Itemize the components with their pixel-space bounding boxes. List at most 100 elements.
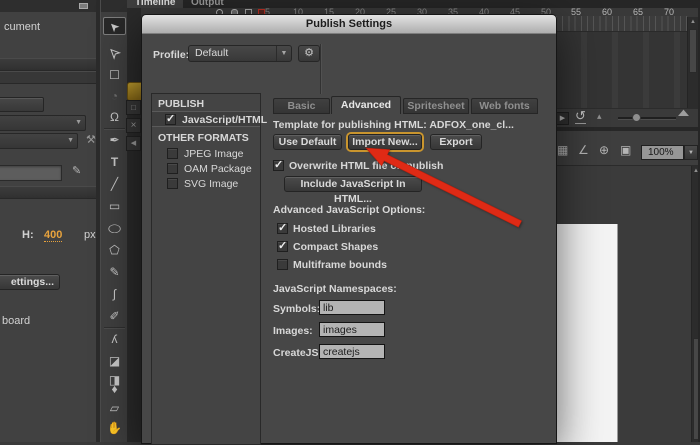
eyedropper-tool[interactable]: ♦ <box>103 380 126 398</box>
loop-playback-icon[interactable]: ↺ <box>575 109 586 124</box>
use-default-button[interactable]: Use Default <box>273 134 342 150</box>
edit-scene-icon[interactable]: ▦ <box>557 143 568 157</box>
document-profile-button[interactable] <box>0 97 44 112</box>
publish-section-header: PUBLISH <box>158 98 204 110</box>
brush-icon: ∫ <box>113 287 116 301</box>
board-label: board <box>2 315 30 327</box>
panel-menu-icon[interactable] <box>79 3 88 9</box>
tab-web-fonts[interactable]: Web fonts <box>471 98 538 114</box>
scroll-up-icon[interactable]: ▲ <box>688 19 698 25</box>
multiframe-bounds-checkbox[interactable] <box>277 259 288 270</box>
format-label: OAM Package <box>184 163 252 175</box>
rectangle-tool[interactable]: ▭ <box>103 197 126 215</box>
tab-spritesheet[interactable]: Spritesheet <box>403 98 469 114</box>
profile-options-button[interactable]: ⚙ <box>298 45 320 62</box>
overwrite-label: Overwrite HTML file on publish <box>289 160 443 172</box>
center-stage-icon[interactable]: ⊕ <box>599 143 609 157</box>
edit-pencil-icon[interactable]: ✎ <box>72 164 81 177</box>
text-tool[interactable]: T <box>103 153 126 171</box>
section-header-bar[interactable] <box>0 186 96 199</box>
lasso-tool[interactable]: Ω <box>103 108 126 126</box>
namespaces-header: JavaScript Namespaces: <box>273 283 397 295</box>
timeline-scrollbar[interactable]: ▲ <box>687 17 698 108</box>
format-label: JavaScript/HTML <box>182 114 267 126</box>
section-header-bar[interactable] <box>0 58 96 71</box>
close-button[interactable]: × <box>126 118 141 133</box>
compact-shapes-checkbox[interactable] <box>277 241 288 252</box>
tab-output[interactable]: Output <box>183 0 232 8</box>
tools-toolbar: ➤ ➤ ☐ ◔ Ω ✒ T ╱ ▭ ◯ ⬠ ✎ ∫ ✐ ʎ ◪ ◨ ♦ ▱ ✋ <box>100 0 127 442</box>
selection-cursor-icon: ➤ <box>105 17 125 37</box>
bone-tool[interactable]: ʎ <box>103 330 126 348</box>
frame-size-slider-track[interactable] <box>618 117 676 120</box>
height-value[interactable]: 400 <box>44 229 62 242</box>
createjs-input[interactable] <box>319 344 385 359</box>
overwrite-checkbox[interactable] <box>273 160 284 171</box>
format-checkbox[interactable] <box>167 148 178 159</box>
bone-icon: ʎ <box>112 332 118 346</box>
import-new-button[interactable]: Import New... <box>348 134 422 150</box>
format-checkbox[interactable] <box>167 163 178 174</box>
dialog-title-bar[interactable]: Publish Settings <box>142 15 556 34</box>
symbols-label: Symbols: <box>273 303 320 315</box>
advanced-settings-button[interactable]: ettings... <box>0 274 60 290</box>
paint-brush-icon: ✐ <box>109 309 119 323</box>
frame-size-slider-thumb[interactable] <box>632 113 641 122</box>
format-row-javascript-html[interactable]: JavaScript/HTML <box>152 111 260 127</box>
new-item-button[interactable]: □ <box>126 100 141 115</box>
tab-timeline[interactable]: Timeline <box>127 0 183 8</box>
hosted-libraries-checkbox[interactable] <box>277 223 288 234</box>
oval-tool[interactable]: ◯ <box>103 219 126 237</box>
export-button[interactable]: Export <box>430 134 482 150</box>
zoom-dropdown-button[interactable]: ▼ <box>684 145 698 160</box>
compact-shapes-label: Compact Shapes <box>293 241 378 253</box>
rotation-tool-icon[interactable]: ∠ <box>578 143 589 157</box>
format-row-svg[interactable]: SVG Image <box>152 177 260 192</box>
wrench-icon[interactable]: ⚒ <box>86 133 96 146</box>
target-dropdown[interactable] <box>0 115 86 131</box>
polystar-tool[interactable]: ⬠ <box>103 241 126 259</box>
selection-tool[interactable]: ➤ <box>103 17 126 35</box>
eraser-tool[interactable]: ▱ <box>103 399 126 417</box>
pencil-icon: ✎ <box>109 265 119 279</box>
free-transform-tool[interactable]: ☐ <box>103 66 126 84</box>
paint-bucket-tool[interactable]: ◪ <box>103 352 126 370</box>
subselection-tool[interactable]: ➤ <box>103 44 126 62</box>
clip-content-icon[interactable]: ▣ <box>620 143 631 157</box>
publish-formats-panel: PUBLISH JavaScript/HTML OTHER FORMATS JP… <box>151 93 261 445</box>
free-transform-icon: ☐ <box>109 68 120 82</box>
format-checkbox[interactable] <box>167 178 178 189</box>
line-tool[interactable]: ╱ <box>103 175 126 193</box>
timeline-menu-button[interactable]: ▶ <box>556 112 569 125</box>
section-header-bar[interactable] <box>0 71 96 84</box>
hand-tool[interactable]: ✋ <box>103 419 126 437</box>
format-checkbox[interactable] <box>165 114 176 125</box>
brush-tool[interactable]: ∫ <box>103 285 126 303</box>
tab-advanced[interactable]: Advanced <box>331 96 401 114</box>
hand-icon: ✋ <box>107 421 122 435</box>
zoom-out-frames-icon[interactable]: ▴ <box>597 111 602 122</box>
paint-brush-tool[interactable]: ✐ <box>103 307 126 325</box>
script-dropdown[interactable] <box>0 133 78 149</box>
toolbar-divider <box>104 128 125 129</box>
format-label: SVG Image <box>184 178 238 190</box>
pen-tool[interactable]: ✒ <box>103 131 126 149</box>
timeline-ruler-ticks[interactable] <box>556 16 688 32</box>
format-row-jpeg[interactable]: JPEG Image <box>152 147 260 162</box>
class-field[interactable] <box>0 165 62 181</box>
zoom-level-field[interactable]: 100% <box>641 145 684 160</box>
scrollbar-thumb[interactable] <box>689 29 697 73</box>
zoom-in-frames-icon[interactable]: ▲ <box>674 107 693 119</box>
tab-basic[interactable]: Basic <box>273 98 330 114</box>
back-button[interactable]: ◀ <box>126 136 141 151</box>
profile-dropdown[interactable]: Default ▼ <box>188 45 292 62</box>
oval-icon: ◯ <box>108 222 121 235</box>
toolbar-header <box>101 0 128 12</box>
symbols-input[interactable] <box>319 300 385 315</box>
include-javascript-button[interactable]: Include JavaScript In HTML... <box>284 176 422 192</box>
pencil-tool[interactable]: ✎ <box>103 263 126 281</box>
3d-rotation-tool[interactable]: ◔ <box>103 87 126 105</box>
images-input[interactable] <box>319 322 385 337</box>
format-row-oam[interactable]: OAM Package <box>152 162 260 177</box>
timeline-frames-area[interactable] <box>556 32 688 108</box>
